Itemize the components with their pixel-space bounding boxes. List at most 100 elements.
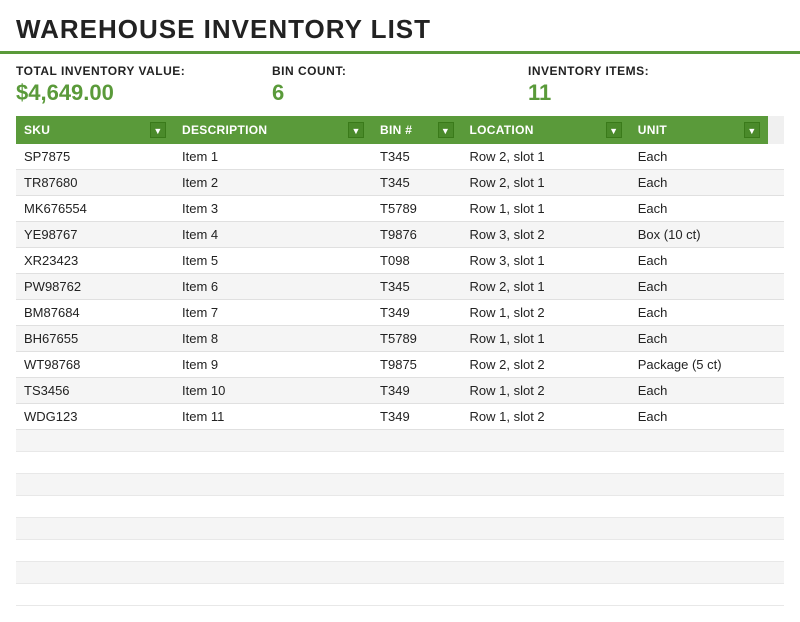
table-row[interactable]: BH67655Item 8T5789Row 1, slot 1Each bbox=[16, 326, 784, 352]
cell-description: Item 9 bbox=[174, 352, 372, 378]
cell-location: Row 2, slot 2 bbox=[462, 352, 630, 378]
cell-description: Item 10 bbox=[174, 378, 372, 404]
empty-cell bbox=[630, 562, 768, 584]
empty-cell bbox=[462, 562, 630, 584]
table-row[interactable]: XR23423Item 5T098Row 3, slot 1Each bbox=[16, 248, 784, 274]
cell-extra bbox=[768, 326, 784, 352]
cell-bin: T345 bbox=[372, 274, 461, 300]
empty-cell bbox=[630, 584, 768, 606]
empty-row bbox=[16, 474, 784, 496]
cell-extra bbox=[768, 352, 784, 378]
cell-sku: BM87684 bbox=[16, 300, 174, 326]
cell-extra bbox=[768, 378, 784, 404]
empty-cell bbox=[630, 430, 768, 452]
cell-description: Item 6 bbox=[174, 274, 372, 300]
table-row[interactable]: PW98762Item 6T345Row 2, slot 1Each bbox=[16, 274, 784, 300]
bin-count: 6 bbox=[272, 80, 528, 106]
cell-extra bbox=[768, 404, 784, 430]
table-row[interactable]: SP7875Item 1T345Row 2, slot 1Each bbox=[16, 144, 784, 170]
inventory-items-label: INVENTORY ITEMS: bbox=[528, 64, 784, 78]
cell-unit: Each bbox=[630, 326, 768, 352]
col-header-unit[interactable]: UNIT ▼ bbox=[630, 116, 768, 144]
empty-cell bbox=[768, 584, 784, 606]
cell-bin: T345 bbox=[372, 144, 461, 170]
empty-cell bbox=[16, 474, 174, 496]
unit-dropdown-icon[interactable]: ▼ bbox=[744, 122, 760, 138]
loc-dropdown-icon[interactable]: ▼ bbox=[606, 122, 622, 138]
cell-description: Item 5 bbox=[174, 248, 372, 274]
col-header-description[interactable]: DESCRIPTION ▼ bbox=[174, 116, 372, 144]
empty-cell bbox=[768, 562, 784, 584]
empty-cell bbox=[372, 540, 461, 562]
cell-unit: Each bbox=[630, 170, 768, 196]
page-title: WAREHOUSE INVENTORY LIST bbox=[16, 14, 784, 45]
empty-cell bbox=[768, 496, 784, 518]
col-header-sku[interactable]: SKU ▼ bbox=[16, 116, 174, 144]
empty-cell bbox=[174, 474, 372, 496]
cell-unit: Package (5 ct) bbox=[630, 352, 768, 378]
bin-count-stat: BIN COUNT: 6 bbox=[272, 64, 528, 106]
cell-extra bbox=[768, 274, 784, 300]
stats-row: TOTAL INVENTORY VALUE: $4,649.00 BIN COU… bbox=[0, 54, 800, 116]
table-header-row: SKU ▼ DESCRIPTION ▼ BIN # ▼ bbox=[16, 116, 784, 144]
empty-cell bbox=[462, 430, 630, 452]
empty-row bbox=[16, 518, 784, 540]
col-header-bin[interactable]: BIN # ▼ bbox=[372, 116, 461, 144]
col-header-extra bbox=[768, 116, 784, 144]
cell-unit: Each bbox=[630, 378, 768, 404]
empty-cell bbox=[768, 452, 784, 474]
empty-row bbox=[16, 452, 784, 474]
empty-cell bbox=[372, 518, 461, 540]
empty-cell bbox=[174, 540, 372, 562]
table-row[interactable]: WDG123Item 11T349Row 1, slot 2Each bbox=[16, 404, 784, 430]
cell-extra bbox=[768, 144, 784, 170]
cell-bin: T349 bbox=[372, 300, 461, 326]
cell-description: Item 11 bbox=[174, 404, 372, 430]
empty-row bbox=[16, 562, 784, 584]
cell-description: Item 7 bbox=[174, 300, 372, 326]
table-row[interactable]: BM87684Item 7T349Row 1, slot 2Each bbox=[16, 300, 784, 326]
empty-cell bbox=[372, 430, 461, 452]
table-row[interactable]: TS3456Item 10T349Row 1, slot 2Each bbox=[16, 378, 784, 404]
cell-location: Row 3, slot 1 bbox=[462, 248, 630, 274]
cell-location: Row 1, slot 2 bbox=[462, 404, 630, 430]
total-value-label: TOTAL INVENTORY VALUE: bbox=[16, 64, 272, 78]
empty-cell bbox=[462, 518, 630, 540]
empty-cell bbox=[174, 518, 372, 540]
cell-location: Row 2, slot 1 bbox=[462, 170, 630, 196]
empty-cell bbox=[372, 452, 461, 474]
sku-dropdown-icon[interactable]: ▼ bbox=[150, 122, 166, 138]
cell-extra bbox=[768, 196, 784, 222]
table-row[interactable]: TR87680Item 2T345Row 2, slot 1Each bbox=[16, 170, 784, 196]
col-header-location[interactable]: LOCATION ▼ bbox=[462, 116, 630, 144]
bin-dropdown-icon[interactable]: ▼ bbox=[438, 122, 454, 138]
empty-cell bbox=[768, 430, 784, 452]
empty-cell bbox=[462, 540, 630, 562]
cell-description: Item 3 bbox=[174, 196, 372, 222]
cell-unit: Each bbox=[630, 404, 768, 430]
cell-bin: T098 bbox=[372, 248, 461, 274]
cell-location: Row 2, slot 1 bbox=[462, 274, 630, 300]
table-row[interactable]: YE98767Item 4T9876Row 3, slot 2Box (10 c… bbox=[16, 222, 784, 248]
total-value-stat: TOTAL INVENTORY VALUE: $4,649.00 bbox=[16, 64, 272, 106]
empty-row bbox=[16, 430, 784, 452]
empty-cell bbox=[174, 430, 372, 452]
empty-cell bbox=[16, 518, 174, 540]
cell-sku: YE98767 bbox=[16, 222, 174, 248]
table-row[interactable]: MK676554Item 3T5789Row 1, slot 1Each bbox=[16, 196, 784, 222]
empty-cell bbox=[462, 496, 630, 518]
empty-cell bbox=[462, 474, 630, 496]
empty-cell bbox=[630, 518, 768, 540]
table-row[interactable]: WT98768Item 9T9875Row 2, slot 2Package (… bbox=[16, 352, 784, 378]
cell-bin: T9876 bbox=[372, 222, 461, 248]
cell-location: Row 1, slot 1 bbox=[462, 326, 630, 352]
desc-dropdown-icon[interactable]: ▼ bbox=[348, 122, 364, 138]
empty-cell bbox=[768, 474, 784, 496]
empty-cell bbox=[630, 474, 768, 496]
cell-location: Row 2, slot 1 bbox=[462, 144, 630, 170]
cell-description: Item 1 bbox=[174, 144, 372, 170]
cell-extra bbox=[768, 248, 784, 274]
cell-description: Item 4 bbox=[174, 222, 372, 248]
empty-cell bbox=[630, 540, 768, 562]
bin-count-label: BIN COUNT: bbox=[272, 64, 528, 78]
